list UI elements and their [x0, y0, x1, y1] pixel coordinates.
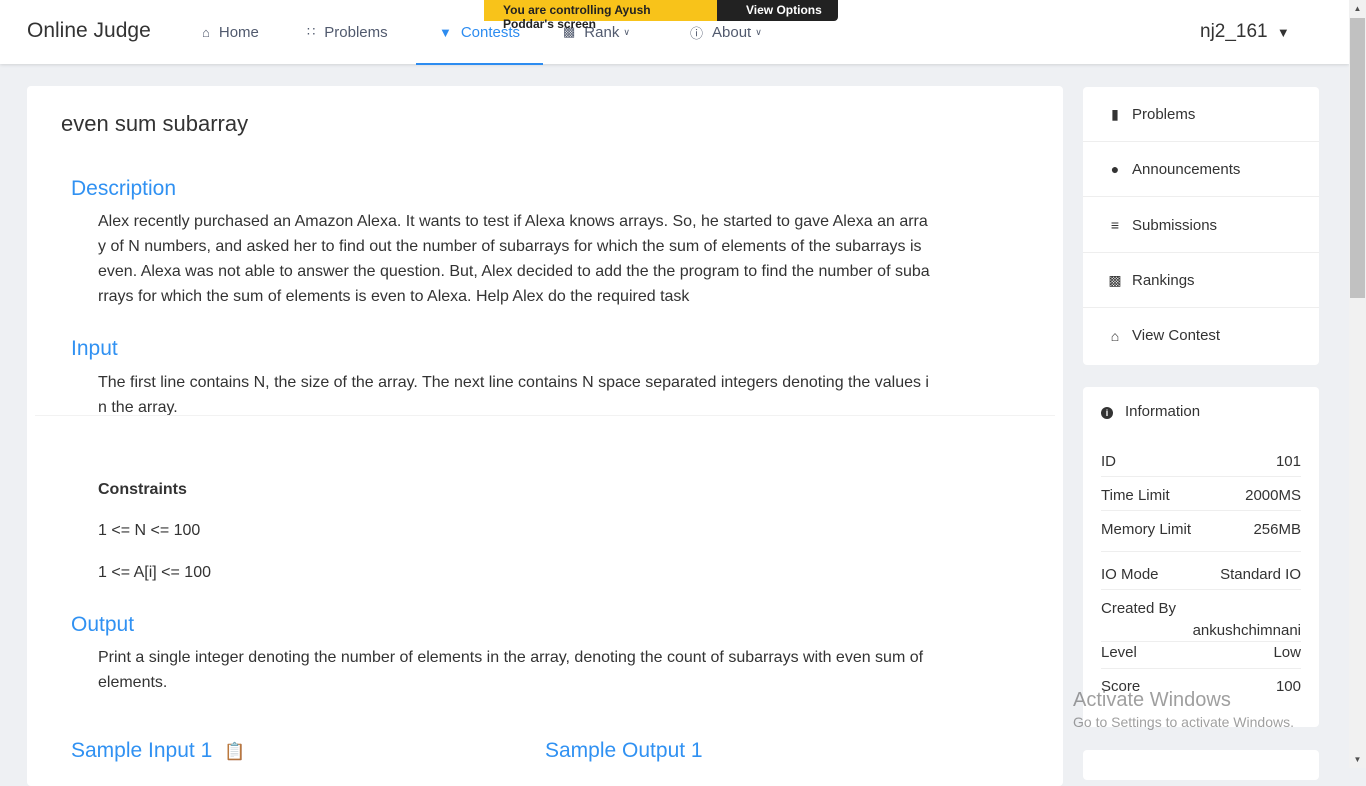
info-value: ankushchimnani [1192, 622, 1301, 639]
user-menu[interactable]: nj2_161 ▼ [1200, 21, 1290, 43]
caret-down-icon: ▼ [1276, 25, 1290, 40]
watermark-line: Go to Settings to activate Windows. [1073, 714, 1294, 730]
sample-output-heading: Sample Output 1 [545, 739, 703, 762]
scrollbar-thumb[interactable] [1350, 18, 1365, 298]
menu-announcements[interactable]: ● Announcements [1083, 142, 1319, 197]
share-message: You are controlling Ayush Poddar's scree… [484, 0, 717, 31]
chevron-down-icon: ∨ [746, 20, 753, 30]
screen-share-banner: You are controlling Ayush Poddar's scree… [484, 0, 838, 31]
menu-view-contest[interactable]: ⌂ View Contest [1083, 308, 1319, 363]
sample-input-heading: Sample Input 1 📋 [71, 739, 245, 763]
info-value: 2000MS [1245, 487, 1301, 504]
description-line: even. Alexa was not able to answer the q… [98, 263, 930, 280]
clipboard-icon[interactable]: 📋 [224, 742, 245, 761]
problem-card: even sum subarray Description Alex recen… [27, 86, 1063, 786]
input-line: n the array. [98, 399, 178, 416]
view-options-button[interactable]: View Options ∨ [717, 0, 838, 30]
sample-input-label: Sample Input 1 [71, 739, 213, 762]
statistics-card [1083, 750, 1319, 780]
menu-problems[interactable]: ▮ Problems [1083, 87, 1319, 142]
info-value: 101 [1275, 453, 1301, 470]
divider [1101, 589, 1301, 590]
nav-problems-label: Problems [324, 23, 388, 41]
menu-view-contest-label: View Contest [1132, 327, 1221, 344]
input-heading: Input [71, 337, 118, 360]
info-key: Created By [1101, 600, 1177, 617]
description-line: rrays for which the sum of elements is e… [98, 288, 690, 305]
book-icon: ▮ [1111, 105, 1119, 122]
output-line: Print a single integer denoting the numb… [98, 649, 924, 666]
menu-announcements-label: Announcements [1132, 160, 1241, 178]
divider [1101, 476, 1301, 477]
chevron-down-icon: ∨ [623, 26, 630, 37]
chevron-down-icon: ∨ [755, 26, 762, 37]
windows-activation-watermark: Activate Windows Go to Settings to activ… [1073, 689, 1294, 730]
divider [35, 415, 1055, 416]
description-line: Alex recently purchased an Amazon Alexa.… [98, 213, 928, 230]
nav-home-label: Home [218, 23, 259, 41]
home-icon: ⌂ [202, 24, 210, 40]
scroll-up-icon[interactable]: ▲ [1349, 0, 1366, 17]
chat-icon: ● [1110, 161, 1120, 177]
constraint-item: 1 <= A[i] <= 100 [98, 564, 211, 581]
input-text: The first line contains N, the size of t… [98, 370, 998, 420]
description-heading: Description [71, 177, 177, 200]
bar-chart-icon: ▩ [1108, 271, 1122, 288]
description-text: Alex recently purchased an Amazon Alexa.… [98, 209, 998, 309]
contest-menu: ▮ Problems ● Announcements ≡ Submissions… [1083, 87, 1319, 365]
divider [1101, 668, 1301, 669]
problem-title: even sum subarray [61, 111, 249, 136]
info-row-created-by: Created By ankushchimnani [1101, 600, 1301, 640]
info-key: Memory Limit [1101, 521, 1192, 538]
trophy-icon: ▼ [438, 24, 452, 40]
constraints-heading: Constraints [98, 481, 187, 498]
info-key: Level [1101, 644, 1137, 661]
information-heading: i Information [1101, 403, 1200, 420]
divider [1101, 551, 1301, 552]
info-icon: ⓘ [690, 25, 704, 41]
description-line: y of N numbers, and asked her to find ou… [98, 238, 922, 255]
divider [1101, 510, 1301, 511]
input-line: The first line contains N, the size of t… [98, 374, 929, 391]
watermark-line: Activate Windows [1073, 689, 1231, 711]
nav-problems[interactable]: ∷ Problems [307, 0, 388, 64]
home-icon: ⌂ [1110, 327, 1120, 344]
menu-problems-label: Problems [1132, 105, 1196, 123]
information-card: i Information ID 101 Time Limit 2000MS Me… [1083, 387, 1319, 727]
menu-rankings[interactable]: ▩ Rankings [1083, 253, 1319, 308]
scroll-down-icon[interactable]: ▼ [1349, 751, 1366, 768]
output-heading: Output [71, 613, 135, 636]
menu-rankings-label: Rankings [1132, 271, 1195, 289]
site-brand[interactable]: Online Judge [27, 19, 151, 43]
info-value: Standard IO [1220, 566, 1301, 583]
info-key: Time Limit [1101, 487, 1170, 504]
output-text: Print a single integer denoting the numb… [98, 645, 998, 695]
output-line: elements. [98, 674, 168, 691]
divider [1101, 641, 1301, 642]
constraint-item: 1 <= N <= 100 [98, 522, 201, 539]
info-key: ID [1101, 453, 1116, 470]
info-value: 256MB [1253, 521, 1301, 538]
list-icon: ≡ [1110, 217, 1120, 233]
nav-home[interactable]: ⌂ Home [202, 0, 259, 64]
info-value: Low [1273, 644, 1301, 661]
info-icon: i [1101, 407, 1113, 419]
menu-submissions-label: Submissions [1132, 216, 1218, 234]
menu-submissions[interactable]: ≡ Submissions [1083, 198, 1319, 253]
info-key: IO Mode [1101, 566, 1159, 583]
view-options-label: View Options [746, 3, 822, 17]
information-title: Information [1125, 403, 1201, 420]
grid-icon: ∷ [307, 24, 316, 39]
username: nj2_161 [1200, 21, 1268, 42]
